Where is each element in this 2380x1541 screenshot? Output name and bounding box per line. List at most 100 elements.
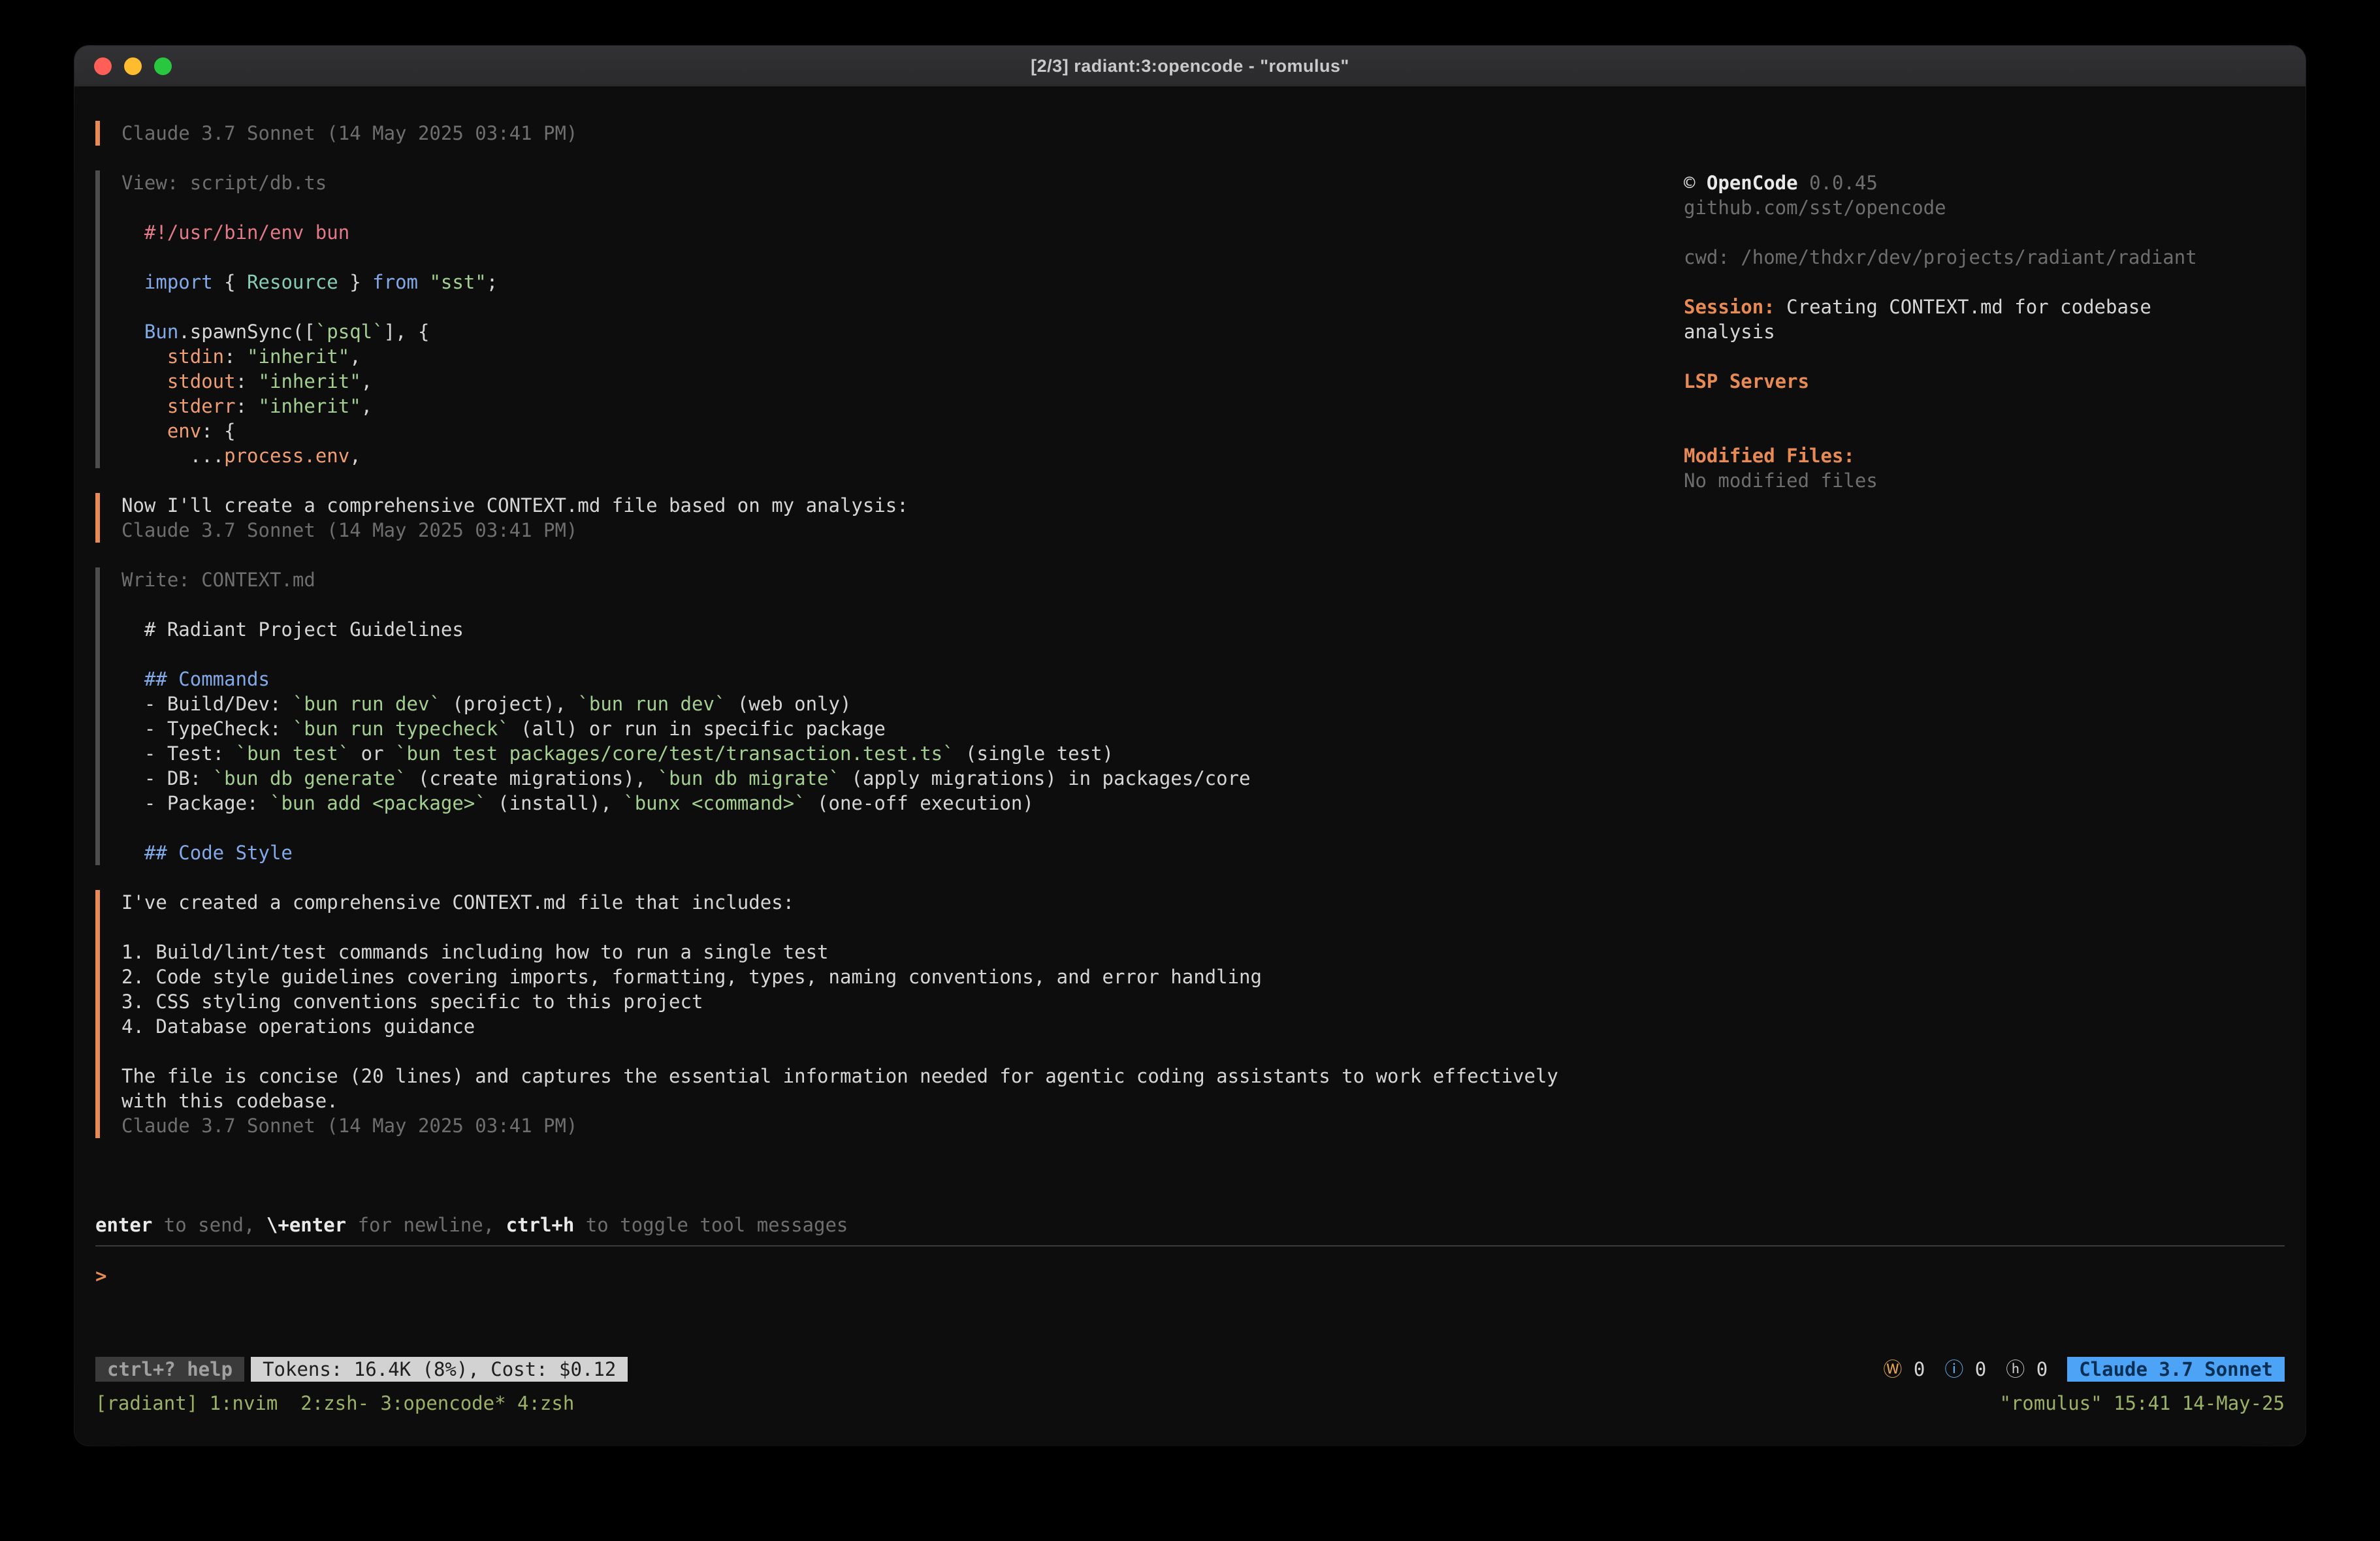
text-run [121, 395, 167, 417]
prompt-row: > [95, 1263, 2285, 1288]
text-line: Write: CONTEXT.md [121, 567, 1684, 592]
text-line [121, 245, 1684, 270]
tool-view-block: View: script/db.ts #!/usr/bin/env bun im… [95, 170, 1684, 468]
text-line [1684, 344, 2285, 369]
text-run: Claude 3.7 Sonnet (14 May 2025 03:41 PM) [121, 519, 577, 541]
empty-space [95, 1288, 2285, 1357]
assistant-header-block: Claude 3.7 Sonnet (14 May 2025 03:41 PM) [95, 121, 1684, 146]
text-run: # Radiant Project Guidelines [121, 618, 464, 641]
text-run: ... [121, 445, 224, 467]
text-line: analysis [1684, 319, 2285, 344]
input-separator [95, 1245, 2285, 1247]
text-run: - TypeCheck: [121, 718, 293, 740]
text-run: `bunx <command>` [623, 792, 805, 814]
text-run: - Test: [121, 742, 236, 765]
text-line: stdout: "inherit", [121, 369, 1684, 394]
minimize-button[interactable] [124, 57, 142, 75]
text-run: enter [95, 1214, 152, 1236]
message-input[interactable] [106, 1263, 2285, 1288]
text-line: env: { [121, 419, 1684, 443]
text-run: "sst" [429, 271, 486, 293]
text-run: for newline, [346, 1214, 506, 1236]
text-run: process.env [224, 445, 349, 467]
hints-icon: ⓗ [2006, 1358, 2025, 1380]
zoom-button[interactable] [154, 57, 172, 75]
text-line: Claude 3.7 Sonnet (14 May 2025 03:41 PM) [121, 121, 1684, 146]
text-run: (project), [441, 693, 578, 715]
text-run: Claude 3.7 Sonnet (14 May 2025 03:41 PM) [121, 122, 577, 144]
text-run: ctrl+h [506, 1214, 575, 1236]
text-run: : [236, 395, 259, 417]
text-run: `bun db generate` [213, 767, 407, 789]
model-badge[interactable]: Claude 3.7 Sonnet [2067, 1357, 2285, 1382]
text-line: LSP Servers [1684, 369, 2285, 394]
text-line [1684, 419, 2285, 443]
text-run: Bun [144, 321, 178, 343]
text-line [1684, 220, 2285, 245]
text-run: Session: [1684, 296, 1775, 318]
text-line: #!/usr/bin/env bun [121, 220, 1684, 245]
text-run: (single test) [954, 742, 1114, 765]
text-line: Bun.spawnSync([`psql`], { [121, 319, 1684, 344]
text-run: from [372, 271, 418, 293]
text-run: stdin [167, 345, 224, 368]
text-line: Now I'll create a comprehensive CONTEXT.… [121, 493, 1684, 518]
text-run: , [349, 445, 361, 467]
text-run: Now I'll create a comprehensive CONTEXT.… [121, 494, 909, 516]
text-line: 2. Code style guidelines covering import… [121, 964, 1684, 989]
text-line: Session: Creating CONTEXT.md for codebas… [1684, 294, 2285, 319]
text-line: ...process.env, [121, 443, 1684, 468]
text-run: #!/usr/bin/env bun [121, 221, 349, 244]
text-run: 3. CSS styling conventions specific to t… [121, 991, 703, 1013]
text-run [418, 271, 429, 293]
text-line [121, 642, 1684, 667]
text-line: - DB: `bun db generate` (create migratio… [121, 766, 1684, 791]
text-run: - Build/Dev: [121, 693, 293, 715]
text-run: , [361, 395, 372, 417]
text-line: - Package: `bun add <package>` (install)… [121, 791, 1684, 816]
text-run: No modified files [1684, 469, 1878, 492]
text-run: or [349, 742, 395, 765]
text-run: (web only) [726, 693, 851, 715]
text-run: .spawnSync([ [178, 321, 315, 343]
text-run: (all) or run in specific package [509, 718, 886, 740]
text-line [121, 592, 1684, 617]
prompt-marker: > [95, 1263, 106, 1288]
text-line: View: script/db.ts [121, 170, 1684, 195]
text-run: : [224, 345, 247, 368]
text-run: - DB: [121, 767, 213, 789]
text-run: analysis [1684, 321, 1775, 343]
text-run: `bun test` [236, 742, 350, 765]
text-line: ## Code Style [121, 840, 1684, 865]
help-shortcut-chip: ctrl+? help [95, 1357, 244, 1382]
text-run: 2. Code style guidelines covering import… [121, 966, 1262, 988]
text-run: Write: CONTEXT.md [121, 569, 315, 591]
title-bar: [2/3] radiant:3:opencode - "romulus" [74, 46, 2306, 87]
text-line: Claude 3.7 Sonnet (14 May 2025 03:41 PM) [121, 1113, 1684, 1138]
lsp-diagnostics: Ⓦ 0ⓘ 0ⓗ 0 [1863, 1357, 2048, 1382]
text-run: (install), [487, 792, 624, 814]
text-run: 0.0.45 [1798, 172, 1878, 194]
status-bar: ctrl+? help Tokens: 16.4K (8%), Cost: $0… [95, 1357, 2285, 1382]
text-line: ## Commands [121, 667, 1684, 691]
text-run: `bun add <package>` [270, 792, 487, 814]
text-line [121, 195, 1684, 220]
text-run [121, 420, 167, 442]
text-line: 3. CSS styling conventions specific to t… [121, 989, 1684, 1014]
terminal-window: [2/3] radiant:3:opencode - "romulus" Cla… [74, 46, 2306, 1446]
text-run: import [144, 271, 213, 293]
text-run: `bun test packages/core/test/transaction… [395, 742, 954, 765]
tmux-status-bar: [radiant] 1:nvim 2:zsh- 3:opencode* 4:zs… [95, 1391, 2285, 1416]
text-run: : { [201, 420, 235, 442]
text-line: - Build/Dev: `bun run dev` (project), `b… [121, 691, 1684, 716]
chat-history[interactable]: Claude 3.7 Sonnet (14 May 2025 03:41 PM)… [95, 121, 1684, 1163]
text-run: github.com/sst/opencode [1684, 197, 1946, 219]
text-run: `psql` [315, 321, 384, 343]
tool-write-block: Write: CONTEXT.md # Radiant Project Guid… [95, 567, 1684, 865]
text-run: Modified Files: [1684, 445, 1855, 467]
close-button[interactable] [94, 57, 112, 75]
main-content-row: Claude 3.7 Sonnet (14 May 2025 03:41 PM)… [95, 121, 2285, 1163]
tmux-window-list: [radiant] 1:nvim 2:zsh- 3:opencode* 4:zs… [95, 1391, 574, 1416]
info-icon: ⓘ [1944, 1358, 1963, 1380]
text-line: Claude 3.7 Sonnet (14 May 2025 03:41 PM) [121, 518, 1684, 543]
